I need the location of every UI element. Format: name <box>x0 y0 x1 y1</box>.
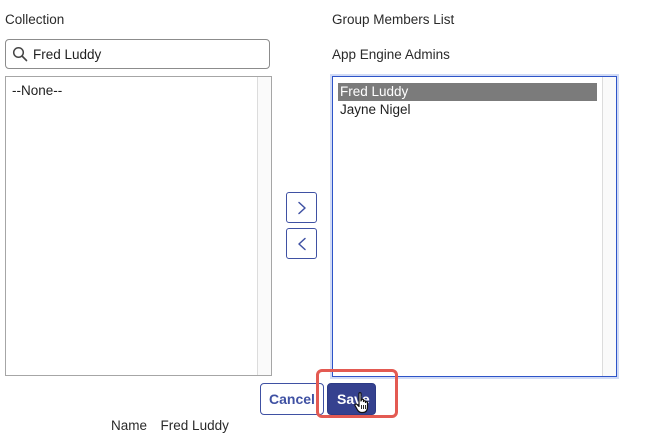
group-members-scrollbar[interactable] <box>602 77 616 376</box>
chevron-right-icon <box>297 201 306 214</box>
group-name: App Engine Admins <box>332 47 450 62</box>
add-to-group-button[interactable] <box>286 192 317 223</box>
list-item[interactable]: Jayne Nigel <box>338 101 597 119</box>
group-members-label: Group Members List <box>332 12 455 27</box>
list-item-selected[interactable]: Fred Luddy <box>338 83 597 101</box>
chevron-left-icon <box>297 237 306 250</box>
collection-search-input[interactable] <box>33 43 263 65</box>
collection-search-field[interactable] <box>5 39 270 69</box>
hand-cursor-icon <box>354 392 369 414</box>
remove-from-group-button[interactable] <box>286 228 317 259</box>
list-item[interactable]: --None-- <box>12 83 62 98</box>
cancel-button[interactable]: Cancel <box>260 383 324 415</box>
name-label: Name <box>111 418 148 433</box>
group-members-listbox[interactable]: Fred Luddy Jayne Nigel <box>332 76 617 377</box>
name-field-row: Name Fred Luddy <box>111 418 229 433</box>
collection-scrollbar[interactable] <box>257 77 271 375</box>
name-value: Fred Luddy <box>160 418 229 433</box>
search-icon <box>12 46 28 62</box>
collection-label: Collection <box>5 12 65 27</box>
collection-listbox[interactable]: --None-- <box>5 76 272 376</box>
